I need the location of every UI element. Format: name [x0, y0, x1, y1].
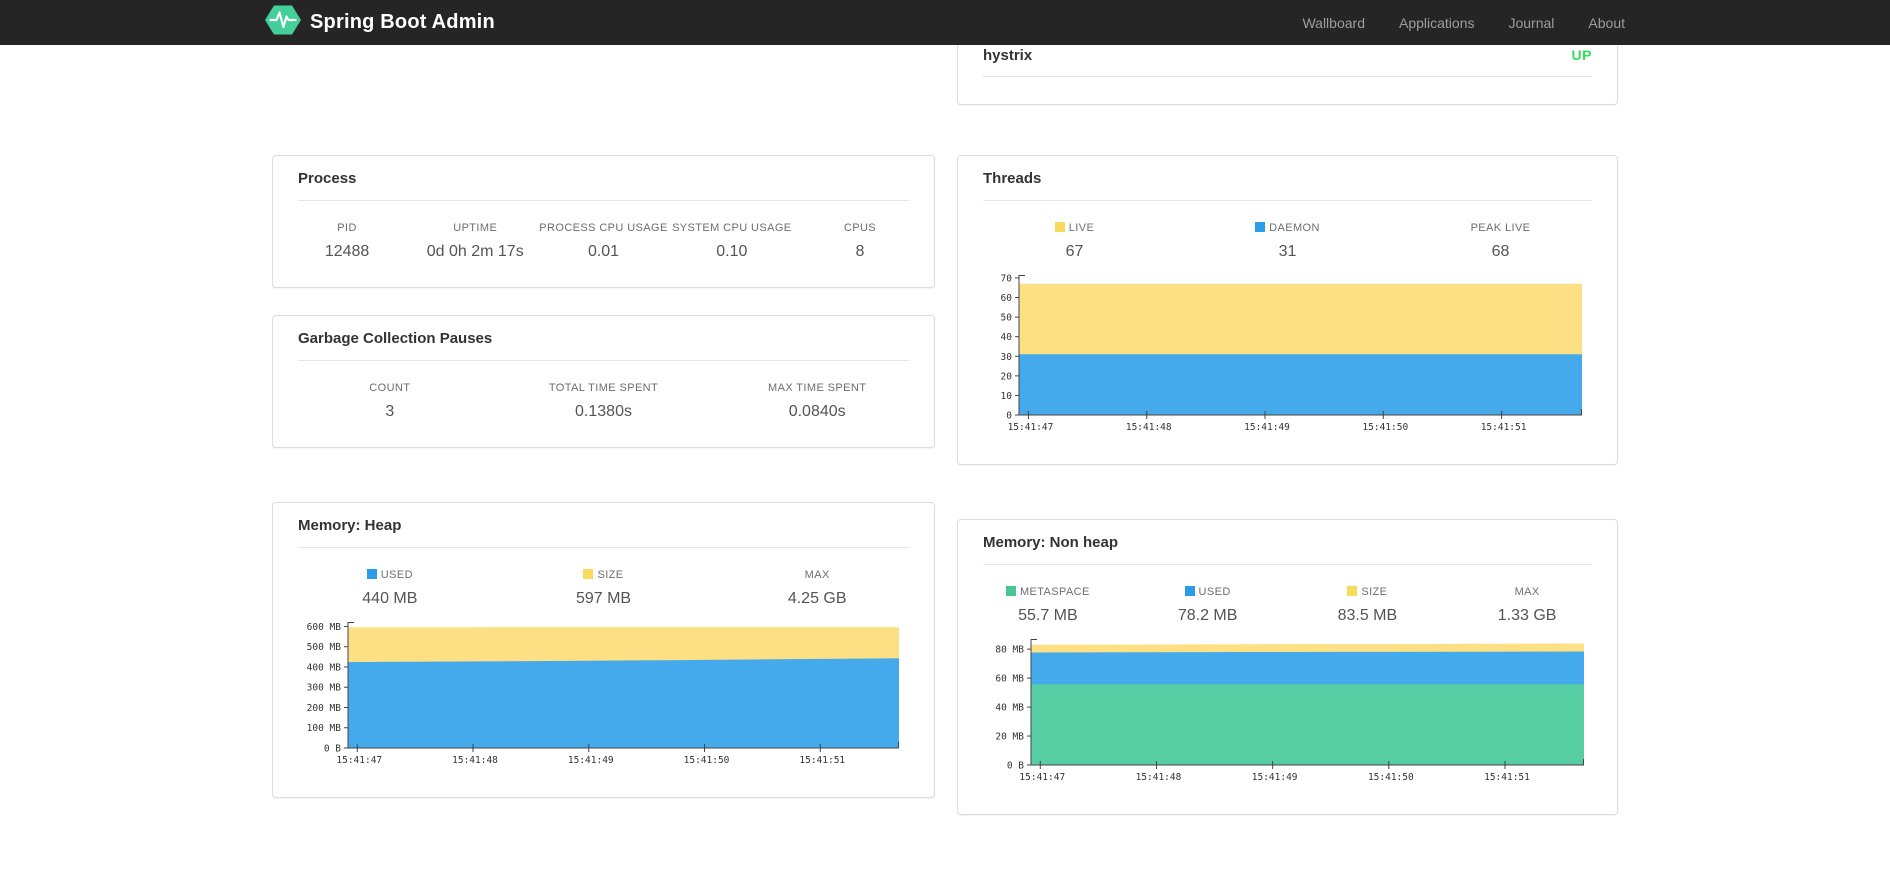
svg-text:300 MB: 300 MB	[307, 683, 342, 694]
used-legend-swatch	[366, 569, 377, 579]
stat-uptime: UPTIME 0d 0h 2m 17s	[426, 222, 524, 260]
nav-item-applications[interactable]: Applications	[1399, 15, 1475, 31]
stat-gc-max-time: MAX TIME SPENT 0.0840s	[768, 382, 867, 420]
memory-heap-stats: USED 440 MB SIZE 597 MB MAX 4.25 GB	[273, 548, 934, 612]
nav-links: Wallboard Applications Journal About	[1302, 15, 1625, 31]
svg-text:80 MB: 80 MB	[995, 645, 1024, 656]
svg-text:15:41:51: 15:41:51	[1484, 772, 1530, 783]
svg-text:15:41:49: 15:41:49	[1252, 772, 1298, 783]
stat-nonheap-max: MAX 1.33 GB	[1497, 586, 1557, 624]
svg-text:500 MB: 500 MB	[307, 642, 342, 653]
memory-heap-chart: 0 B 100 MB 200 MB 300 MB 400 MB 500 MB 600 MB 1…	[273, 612, 934, 797]
svg-text:15:41:51: 15:41:51	[799, 755, 845, 766]
svg-text:0: 0	[1006, 411, 1012, 422]
metaspace-legend-swatch	[1005, 586, 1016, 596]
threads-stats: LIVE 67 DAEMON 31 PEAK LIVE 68	[958, 201, 1617, 265]
svg-text:40 MB: 40 MB	[995, 703, 1024, 714]
stat-threads-live: LIVE 67	[968, 222, 1181, 261]
threads-card: Threads LIVE 67 DAEMON 31 PEAK LIVE 68 0…	[957, 155, 1618, 465]
svg-text:15:41:51: 15:41:51	[1481, 422, 1527, 433]
svg-text:15:41:47: 15:41:47	[1019, 772, 1065, 783]
service-row-hystrix[interactable]: hystrix UP	[983, 47, 1592, 77]
size-legend-swatch	[583, 569, 594, 579]
svg-text:15:41:47: 15:41:47	[336, 755, 382, 766]
svg-text:200 MB: 200 MB	[307, 703, 342, 714]
memory-nonheap-card: Memory: Non heap METASPACE 55.7 MB USED …	[957, 519, 1618, 815]
stat-heap-size: SIZE 597 MB	[575, 569, 632, 607]
nav-item-journal[interactable]: Journal	[1508, 15, 1554, 31]
nav-item-wallboard[interactable]: Wallboard	[1302, 15, 1365, 31]
svg-text:15:41:50: 15:41:50	[1362, 422, 1408, 433]
daemon-legend-swatch	[1255, 222, 1266, 232]
used-legend-swatch	[1184, 586, 1195, 596]
svg-text:15:41:48: 15:41:48	[1136, 772, 1182, 783]
svg-text:20 MB: 20 MB	[995, 732, 1024, 743]
stat-heap-used: USED 440 MB	[362, 569, 418, 607]
svg-text:15:41:49: 15:41:49	[568, 755, 614, 766]
live-legend-swatch	[1054, 222, 1065, 232]
process-card: Process PID 12488 UPTIME 0d 0h 2m 17s PR…	[272, 155, 935, 288]
process-stats: PID 12488 UPTIME 0d 0h 2m 17s PROCESS CP…	[273, 201, 934, 287]
svg-text:15:41:49: 15:41:49	[1244, 422, 1290, 433]
process-card-title: Process	[298, 156, 909, 201]
svg-text:100 MB: 100 MB	[307, 723, 342, 734]
threads-card-title: Threads	[983, 156, 1592, 201]
stat-nonheap-metaspace: METASPACE 55.7 MB	[968, 586, 1128, 625]
top-navbar: Spring Boot Admin Wallboard Applications…	[0, 0, 1890, 45]
svg-text:0 B: 0 B	[1007, 761, 1024, 772]
stat-cpus: CPUS 8	[843, 222, 877, 260]
svg-text:70: 70	[1001, 273, 1013, 284]
svg-text:60 MB: 60 MB	[995, 674, 1024, 685]
svg-text:15:41:50: 15:41:50	[684, 755, 730, 766]
stat-nonheap-size: SIZE 83.5 MB	[1337, 586, 1398, 624]
svg-text:30: 30	[1001, 352, 1013, 363]
garbage-collection-card: Garbage Collection Pauses COUNT 3 TOTAL …	[272, 315, 935, 448]
svg-text:20: 20	[1001, 371, 1013, 382]
svg-text:0 B: 0 B	[324, 744, 341, 755]
stat-gc-total-time: TOTAL TIME SPENT 0.1380s	[548, 382, 659, 420]
stat-nonheap-used: USED 78.2 MB	[1177, 586, 1238, 624]
svg-text:15:41:47: 15:41:47	[1008, 422, 1054, 433]
threads-chart: 0 10 20 30 40 50 60 70 15:41:47 15:41:48 15:41:49 1…	[958, 265, 1617, 464]
svg-text:10: 10	[1001, 391, 1013, 402]
stat-pid: PID 12488	[324, 222, 370, 260]
memory-nonheap-card-title: Memory: Non heap	[983, 520, 1592, 565]
memory-heap-card: Memory: Heap USED 440 MB SIZE 597 MB MAX…	[272, 502, 935, 798]
svg-text:600 MB: 600 MB	[307, 622, 342, 633]
brand[interactable]: Spring Boot Admin	[265, 4, 495, 41]
gc-stats: COUNT 3 TOTAL TIME SPENT 0.1380s MAX TIM…	[273, 361, 934, 447]
stat-gc-count: COUNT 3	[369, 382, 411, 420]
memory-nonheap-stats: METASPACE 55.7 MB USED 78.2 MB SIZE 83.5…	[958, 565, 1617, 629]
svg-text:50: 50	[1001, 313, 1013, 324]
size-legend-swatch	[1347, 586, 1358, 596]
app-title: Spring Boot Admin	[310, 11, 495, 33]
svg-text:400 MB: 400 MB	[307, 662, 342, 673]
memory-heap-card-title: Memory: Heap	[298, 503, 909, 548]
service-status-badge: UP	[1571, 47, 1592, 63]
stat-process-cpu-usage: PROCESS CPU USAGE 0.01	[539, 222, 668, 260]
svg-text:15:41:48: 15:41:48	[1126, 422, 1172, 433]
service-name[interactable]: hystrix	[983, 47, 1032, 64]
stat-threads-peak-live: PEAK LIVE 68	[1470, 222, 1531, 260]
svg-text:60: 60	[1001, 293, 1013, 304]
svg-text:15:41:48: 15:41:48	[452, 755, 498, 766]
memory-nonheap-chart: 0 B 20 MB 40 MB 60 MB 80 MB 15:41:47 15:41:48 1…	[958, 629, 1617, 814]
nav-item-about[interactable]: About	[1588, 15, 1625, 31]
svg-text:40: 40	[1001, 332, 1013, 343]
spring-boot-admin-logo-icon	[265, 4, 301, 41]
stat-system-cpu-usage: SYSTEM CPU USAGE 0.10	[672, 222, 792, 260]
stat-threads-daemon: DAEMON 31	[1181, 222, 1394, 261]
gc-card-title: Garbage Collection Pauses	[298, 316, 909, 361]
stat-heap-max: MAX 4.25 GB	[787, 569, 847, 607]
svg-text:15:41:50: 15:41:50	[1368, 772, 1414, 783]
